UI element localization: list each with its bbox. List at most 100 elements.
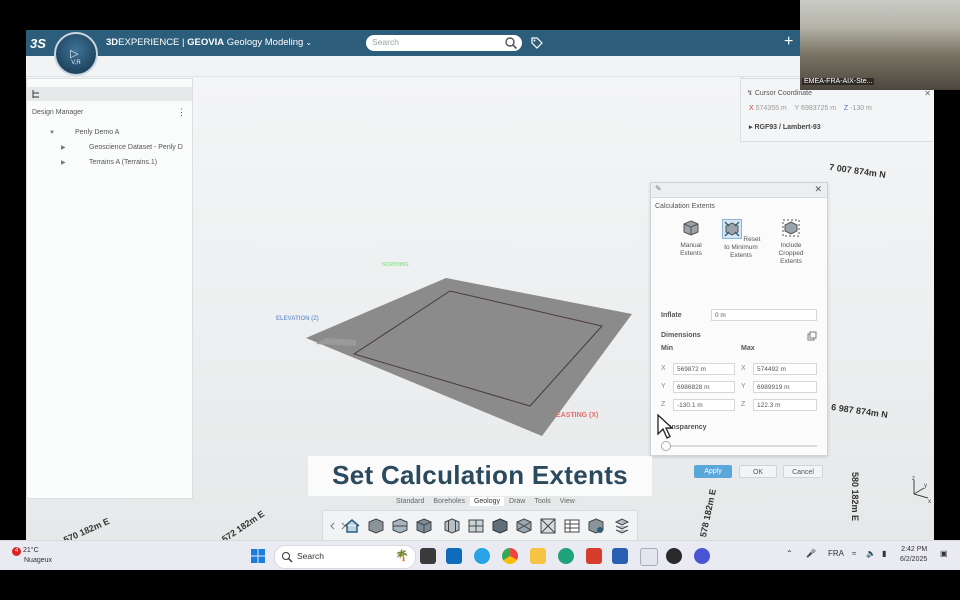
tab-view[interactable]: View: [555, 497, 579, 506]
crs-label: RGF93 / Lambert-93: [754, 124, 821, 131]
caption-text: Set Calculation Extents: [332, 460, 628, 490]
tab-standard[interactable]: Standard: [392, 497, 429, 506]
max-y-input[interactable]: 6989919 m: [753, 381, 817, 393]
grid-icon[interactable]: [443, 517, 461, 535]
tab-draw[interactable]: Draw: [505, 497, 530, 506]
coord-east-4: 580 182m E: [850, 472, 860, 522]
section-icon[interactable]: [467, 517, 485, 535]
video-conference-thumbnail[interactable]: EMEA-FRA-AIX-Ste...: [800, 0, 960, 90]
tree-toggle-icon[interactable]: ▶: [61, 159, 71, 166]
tree-item-terrains[interactable]: ▶ Terrains A (Terrains.1): [61, 159, 157, 166]
inflate-input[interactable]: 0 m: [711, 309, 817, 321]
max-z-axis: Z: [741, 401, 746, 408]
taskbar-clock[interactable]: 2:42 PM 6/2/2025: [900, 545, 927, 565]
more-options-icon[interactable]: ⋮: [177, 107, 186, 118]
search-icon[interactable]: [504, 36, 518, 50]
cancel-button[interactable]: Cancel: [783, 465, 823, 478]
close-icon[interactable]: ✕: [924, 89, 931, 98]
manual-extents-button[interactable]: Manual Extents: [671, 219, 711, 258]
mesh-icon[interactable]: [515, 517, 533, 535]
word-icon[interactable]: [612, 548, 628, 564]
weather-text: Nuageux: [24, 557, 53, 564]
wireframe-icon[interactable]: [539, 517, 557, 535]
mouse-pointer-icon: [657, 414, 674, 439]
table-icon[interactable]: [563, 517, 581, 535]
video-caption: Set Calculation Extents: [308, 456, 652, 496]
cube-icon[interactable]: [367, 517, 385, 535]
max-x-input[interactable]: 574492 m: [753, 363, 817, 375]
solid-icon[interactable]: [491, 517, 509, 535]
app-brand[interactable]: 3DEXPERIENCE | GEOVIA Geology Modeling ⌄: [106, 37, 312, 48]
min-z-input[interactable]: -130.1 m: [673, 399, 735, 411]
action-bar: [322, 510, 638, 540]
brand-bold: GEOVIA: [187, 37, 225, 48]
edge-icon[interactable]: [558, 548, 574, 564]
windows-start-icon[interactable]: [250, 548, 266, 564]
include-cropped-extents-button[interactable]: Include Cropped Extents: [771, 219, 811, 266]
z-value: -130 m: [850, 105, 872, 112]
volume-icon[interactable]: 🔈: [866, 549, 876, 558]
tab-boreholes[interactable]: Boreholes: [429, 497, 469, 506]
tree-item-geoscience-dataset[interactable]: ▶ Geoscience Dataset - Penly D: [61, 144, 183, 151]
tab-geology[interactable]: Geology: [469, 497, 505, 506]
crs-selector[interactable]: ▸ RGF93 / Lambert-93: [749, 123, 821, 131]
max-z-input[interactable]: 122.3 m: [753, 399, 817, 411]
cropped-extents-label: Include Cropped Extents: [778, 242, 804, 265]
language-indicator[interactable]: FRA: [828, 549, 844, 558]
northing-axis-label: NORTHING: [382, 262, 409, 268]
search-placeholder: Search: [372, 37, 399, 47]
windows-taskbar: 4 21°C Nuageux Search 🌴 ⌃ 🎤 FRA ≈ 🔈 ▮ 2:4…: [0, 540, 960, 571]
apply-button[interactable]: Apply: [694, 465, 732, 478]
svg-text:z: z: [912, 476, 915, 482]
home-icon[interactable]: [343, 517, 361, 535]
min-label: Min: [661, 345, 674, 352]
taskbar-search[interactable]: Search 🌴: [274, 545, 416, 569]
tag-icon[interactable]: [530, 36, 544, 50]
stack-icon[interactable]: [613, 517, 631, 535]
block-icon[interactable]: [415, 517, 433, 535]
reset-minimum-extents-button[interactable]: Reset to Minimum Extents: [721, 219, 761, 260]
media-player-icon[interactable]: [666, 548, 682, 564]
file-explorer-icon[interactable]: [530, 548, 546, 564]
copy-icon[interactable]: [807, 331, 817, 341]
tab-tools[interactable]: Tools: [530, 497, 555, 506]
panel-title: Design Manager: [32, 109, 84, 116]
close-icon[interactable]: ✕: [814, 184, 822, 195]
tree-icon[interactable]: [31, 88, 43, 100]
chevron-up-icon[interactable]: ⌃: [786, 549, 793, 558]
ds-logo[interactable]: 3S: [30, 36, 46, 51]
tree-item-penly-demo[interactable]: ▼ Penly Demo A: [49, 129, 119, 136]
powerpoint-icon[interactable]: [586, 548, 602, 564]
transparency-slider-knob[interactable]: [661, 441, 671, 451]
ok-button[interactable]: OK: [739, 465, 777, 478]
min-x-input[interactable]: 569872 m: [673, 363, 735, 375]
compass-label: V,R: [71, 60, 81, 66]
wifi-icon[interactable]: ≈: [852, 549, 856, 558]
query-icon[interactable]: [587, 517, 605, 535]
weather-widget[interactable]: 4 21°C Nuageux: [12, 546, 52, 565]
battery-icon[interactable]: ▮: [882, 549, 886, 558]
compass-widget[interactable]: ▷ V,R: [54, 32, 98, 76]
search-input[interactable]: Search: [366, 35, 522, 51]
recording-app-icon[interactable]: [694, 548, 710, 564]
min-y-input[interactable]: 6986828 m: [673, 381, 735, 393]
tree-toggle-icon[interactable]: ▼: [49, 130, 59, 136]
action-bar-tabs: Standard Boreholes Geology Draw Tools View: [392, 497, 580, 509]
axis-orientation-gizmo[interactable]: z x y: [904, 476, 932, 504]
task-view-icon[interactable]: [420, 548, 436, 564]
microphone-icon[interactable]: 🎤: [806, 549, 816, 558]
plus-icon[interactable]: +: [784, 33, 793, 51]
outlook-icon[interactable]: [446, 548, 462, 564]
skype-icon[interactable]: [474, 548, 490, 564]
search-icon: [282, 552, 293, 563]
notifications-icon[interactable]: ▣: [940, 549, 948, 558]
pin-icon[interactable]: ✎: [655, 184, 662, 193]
easting-axis-label: EASTING (X): [556, 412, 599, 419]
chrome-icon[interactable]: [502, 548, 518, 564]
cropped-extents-icon: [782, 219, 800, 237]
elevation-axis-label: ELEVATION (Z): [276, 316, 319, 322]
snipping-tool-icon[interactable]: [640, 548, 658, 566]
tree-toggle-icon[interactable]: ▶: [61, 144, 71, 151]
surface-icon[interactable]: [391, 517, 409, 535]
transparency-slider-track[interactable]: [665, 445, 817, 447]
